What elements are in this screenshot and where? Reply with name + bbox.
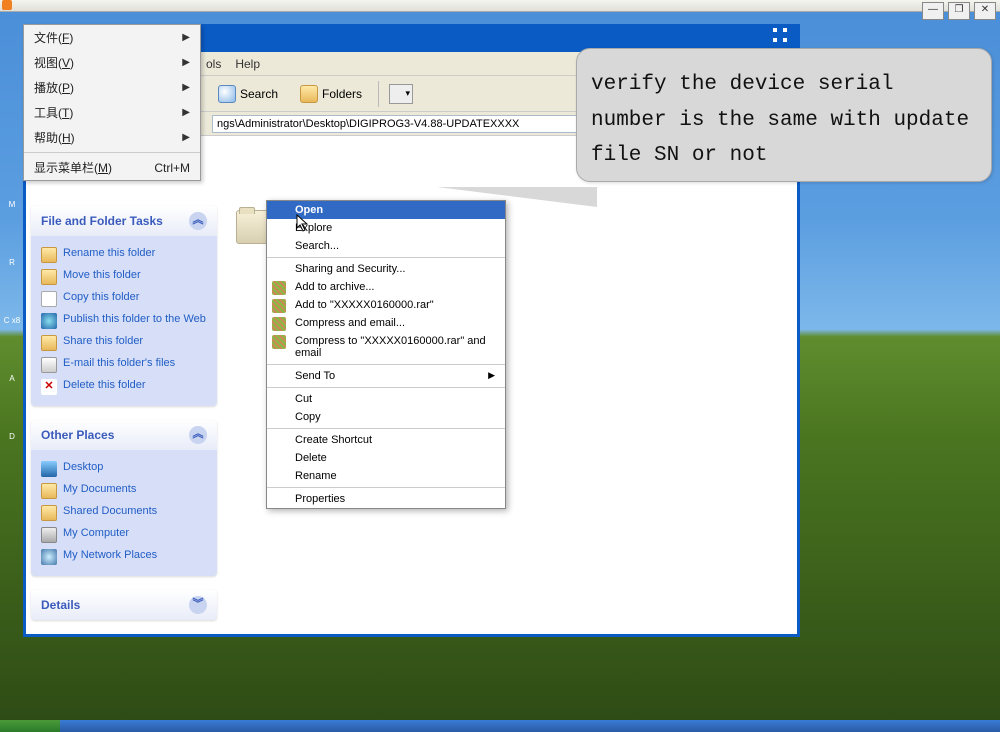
taskgroup-title: File and Folder Tasks	[41, 214, 163, 228]
ctx-compress-email[interactable]: Compress and email...	[267, 314, 505, 332]
submenu-arrow-icon: ▶	[488, 370, 495, 382]
ctx-copy[interactable]: Copy	[267, 408, 505, 426]
start-button[interactable]	[0, 720, 60, 732]
task-move-folder[interactable]: Move this folder	[41, 266, 207, 288]
task-publish-folder[interactable]: Publish this folder to the Web	[41, 310, 207, 332]
player-app-menu: 文件(F) ▶ 视图(V) ▶ 播放(P) ▶ 工具(T) ▶ 帮助(H) ▶ …	[23, 24, 201, 181]
submenu-arrow-icon: ▶	[182, 32, 190, 43]
task-email-folder[interactable]: E-mail this folder's files	[41, 354, 207, 376]
chevron-up-icon: ︽	[189, 212, 207, 230]
task-delete-folder[interactable]: ✕Delete this folder	[41, 376, 207, 398]
toolbar-search-button[interactable]: Search	[212, 82, 284, 106]
ctx-create-shortcut[interactable]: Create Shortcut	[267, 431, 505, 449]
desktop-icon[interactable]: A	[2, 374, 22, 402]
ctx-properties[interactable]: Properties	[267, 490, 505, 508]
window-menu-icon[interactable]	[773, 28, 791, 46]
desktop-icon[interactable]: M	[2, 200, 22, 228]
search-icon	[218, 85, 236, 103]
ctx-send-to[interactable]: Send To▶	[267, 367, 505, 385]
submenu-arrow-icon: ▶	[182, 82, 190, 93]
menu-tools[interactable]: ols	[206, 57, 221, 71]
mouse-cursor-icon	[296, 214, 310, 232]
ctx-compress-to-email[interactable]: Compress to "XXXXX0160000.rar" and email	[267, 332, 505, 362]
delete-icon: ✕	[41, 379, 57, 395]
move-icon	[41, 269, 57, 285]
ctx-sharing[interactable]: Sharing and Security...	[267, 260, 505, 278]
menu-play[interactable]: 播放(P) ▶	[24, 75, 200, 100]
annotation-callout: verify the device serial number is the s…	[576, 48, 992, 182]
publish-icon	[41, 313, 57, 329]
place-shared-documents[interactable]: Shared Documents	[41, 502, 207, 524]
player-system-buttons: — ❐ ✕	[922, 2, 996, 20]
ctx-separator	[267, 364, 505, 365]
toolbar-views-button[interactable]	[389, 84, 413, 104]
chevron-down-icon: ︾	[189, 596, 207, 614]
maximize-button[interactable]: ❐	[948, 2, 970, 20]
explorer-taskpane: File and Folder Tasks ︽ Rename this fold…	[31, 206, 217, 634]
ctx-search[interactable]: Search...	[267, 237, 505, 255]
taskgroup-title: Details	[41, 598, 80, 612]
desktop-icon[interactable]: R	[2, 258, 22, 286]
shared-icon	[41, 505, 57, 521]
folder-context-menu: Open Explore Search... Sharing and Secur…	[266, 200, 506, 509]
ctx-separator	[267, 428, 505, 429]
desktop-icon	[41, 461, 57, 477]
menu-show-menubar[interactable]: 显示菜单栏(M) Ctrl+M	[24, 155, 200, 180]
task-copy-folder[interactable]: Copy this folder	[41, 288, 207, 310]
documents-icon	[41, 483, 57, 499]
place-my-computer[interactable]: My Computer	[41, 524, 207, 546]
ctx-delete[interactable]: Delete	[267, 449, 505, 467]
ctx-add-archive[interactable]: Add to archive...	[267, 278, 505, 296]
place-network-places[interactable]: My Network Places	[41, 546, 207, 568]
menu-separator	[24, 152, 200, 153]
taskgroup-title: Other Places	[41, 428, 114, 442]
player-titlebar	[0, 0, 1000, 12]
close-button[interactable]: ✕	[974, 2, 996, 20]
menu-file[interactable]: 文件(F) ▶	[24, 25, 200, 50]
ctx-cut[interactable]: Cut	[267, 390, 505, 408]
computer-icon	[41, 527, 57, 543]
menu-view[interactable]: 视图(V) ▶	[24, 50, 200, 75]
toolbar-folders-label: Folders	[322, 87, 362, 101]
submenu-arrow-icon: ▶	[182, 57, 190, 68]
windows-taskbar[interactable]	[0, 720, 1000, 732]
rename-icon	[41, 247, 57, 263]
desktop-icons-strip: M R C x8 A D	[2, 200, 22, 490]
toolbar-separator	[378, 81, 379, 107]
taskgroup-header[interactable]: Other Places ︽	[31, 420, 217, 450]
player-app-icon	[2, 0, 12, 10]
minimize-button[interactable]: —	[922, 2, 944, 20]
email-icon	[41, 357, 57, 373]
taskgroup-other-places: Other Places ︽ Desktop My Documents Shar…	[31, 420, 217, 576]
desktop-icon[interactable]: C x8	[2, 316, 22, 344]
toolbar-search-label: Search	[240, 87, 278, 101]
submenu-arrow-icon: ▶	[182, 107, 190, 118]
desktop-icon[interactable]: D	[2, 432, 22, 460]
menu-help[interactable]: 帮助(H) ▶	[24, 125, 200, 150]
ctx-add-to-rar[interactable]: Add to "XXXXX0160000.rar"	[267, 296, 505, 314]
taskgroup-header[interactable]: Details ︾	[31, 590, 217, 620]
place-desktop[interactable]: Desktop	[41, 458, 207, 480]
place-my-documents[interactable]: My Documents	[41, 480, 207, 502]
taskgroup-details: Details ︾	[31, 590, 217, 620]
menu-shortcut: Ctrl+M	[154, 161, 190, 175]
submenu-arrow-icon: ▶	[182, 132, 190, 143]
ctx-separator	[267, 257, 505, 258]
chevron-up-icon: ︽	[189, 426, 207, 444]
network-icon	[41, 549, 57, 565]
ctx-rename[interactable]: Rename	[267, 467, 505, 485]
ctx-separator	[267, 387, 505, 388]
taskgroup-header[interactable]: File and Folder Tasks ︽	[31, 206, 217, 236]
task-rename-folder[interactable]: Rename this folder	[41, 244, 207, 266]
menu-tools[interactable]: 工具(T) ▶	[24, 100, 200, 125]
ctx-separator	[267, 487, 505, 488]
taskgroup-file-folder: File and Folder Tasks ︽ Rename this fold…	[31, 206, 217, 406]
menu-help[interactable]: Help	[235, 57, 260, 71]
share-icon	[41, 335, 57, 351]
task-share-folder[interactable]: Share this folder	[41, 332, 207, 354]
copy-icon	[41, 291, 57, 307]
folders-icon	[300, 85, 318, 103]
toolbar-folders-button[interactable]: Folders	[294, 82, 368, 106]
